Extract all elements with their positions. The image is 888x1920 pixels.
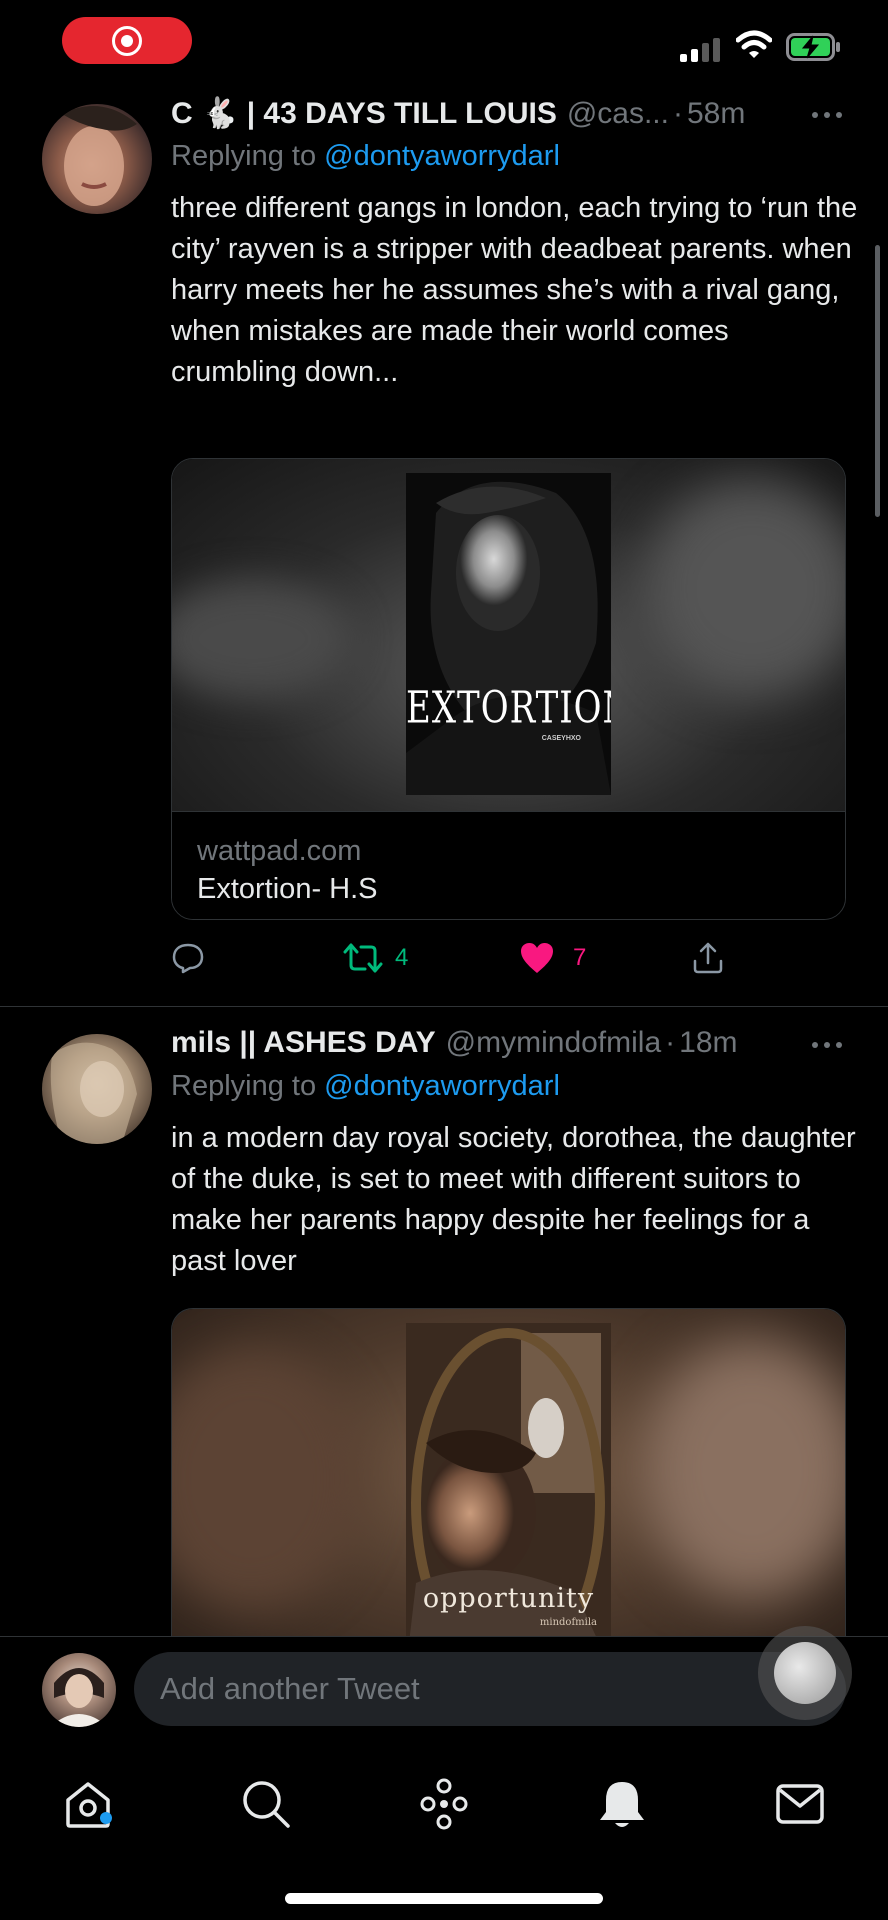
avatar[interactable]: [42, 1034, 152, 1144]
tweet[interactable]: mils || ASHES DAY @mymindofmila · 18m Re…: [0, 1026, 888, 1636]
replying-prefix: Replying to: [171, 140, 325, 172]
replying-prefix: Replying to: [171, 1070, 325, 1102]
messages-icon[interactable]: [772, 1776, 828, 1832]
spaces-icon[interactable]: [416, 1776, 472, 1832]
home-notification-dot: [100, 1812, 112, 1824]
replying-to: Replying to @dontyaworrydarl: [171, 1070, 858, 1110]
card-footer: wattpad.com Extortion- H.S: [172, 811, 845, 919]
avatar-image: [50, 1668, 108, 1727]
retweet-button[interactable]: 4: [343, 941, 408, 975]
tweet-header: mils || ASHES DAY @mymindofmila · 18m: [171, 1026, 858, 1066]
share-button[interactable]: [691, 941, 725, 975]
link-card[interactable]: EXTORTION CASEYHXO wattpad.com Extortion…: [171, 458, 846, 920]
card-domain: wattpad.com: [197, 835, 362, 867]
handle[interactable]: @cas...: [567, 97, 669, 131]
cover-portrait: [406, 481, 611, 795]
card-image: opportunity mindofmila: [172, 1309, 845, 1636]
book-cover: opportunity mindofmila: [406, 1323, 611, 1636]
avatar[interactable]: [42, 104, 152, 214]
tweet-text: three different gangs in london, each tr…: [171, 192, 858, 388]
display-name[interactable]: mils || ASHES DAY: [171, 1026, 436, 1060]
retweet-count: 4: [395, 944, 409, 971]
compose-bar: Add another Tweet: [0, 1636, 888, 1746]
card-image: EXTORTION CASEYHXO: [172, 459, 845, 811]
cellular-signal-icon: [680, 38, 720, 62]
add-tweet-input[interactable]: Add another Tweet: [134, 1652, 846, 1726]
avatar-image: [50, 1042, 137, 1144]
cover-title: EXTORTION: [406, 682, 611, 734]
status-bar: [0, 0, 888, 96]
home-indicator[interactable]: [285, 1893, 603, 1904]
tweet[interactable]: C 🐇 | 43 DAYS TILL LOUIS @cas... · 58m R…: [0, 96, 888, 1000]
wifi-icon: [736, 30, 772, 58]
timestamp[interactable]: 18m: [679, 1026, 737, 1060]
reply-icon: [172, 943, 204, 974]
screen-record-indicator[interactable]: [62, 17, 192, 64]
timestamp[interactable]: 58m: [687, 97, 745, 131]
share-icon: [693, 942, 723, 974]
scrollbar[interactable]: [875, 245, 880, 517]
like-button[interactable]: 7: [519, 941, 586, 975]
reply-button[interactable]: [171, 941, 205, 975]
assistive-touch-button[interactable]: [758, 1626, 852, 1720]
battery-charging-icon: [786, 33, 840, 61]
display-name[interactable]: C 🐇 | 43 DAYS TILL LOUIS: [171, 96, 557, 131]
replying-to-link[interactable]: @dontyaworrydarl: [324, 140, 560, 172]
like-count: 7: [573, 944, 587, 971]
cover-author: CASEYHXO: [541, 735, 581, 742]
tweet-divider: [0, 1006, 888, 1007]
tweet-actions: 4 7: [171, 941, 771, 981]
screen-record-icon: [112, 25, 142, 56]
separator: ·: [665, 1026, 676, 1059]
card-title: Extortion- H.S: [197, 873, 378, 905]
avatar-image: [62, 106, 137, 206]
tweet-header: C 🐇 | 43 DAYS TILL LOUIS @cas... · 58m: [171, 96, 858, 136]
replying-to: Replying to @dontyaworrydarl: [171, 140, 858, 180]
separator: ·: [672, 97, 683, 130]
retweet-icon: [343, 943, 383, 973]
cover-author: mindofmila: [539, 1617, 597, 1628]
replying-to-link[interactable]: @dontyaworrydarl: [324, 1070, 560, 1102]
handle[interactable]: @mymindofmila: [446, 1026, 662, 1060]
user-avatar[interactable]: [42, 1653, 116, 1727]
heart-icon: [521, 943, 553, 973]
link-card[interactable]: opportunity mindofmila: [171, 1308, 846, 1636]
cover-title: opportunity: [422, 1583, 595, 1614]
notifications-icon[interactable]: [594, 1776, 650, 1832]
assistive-touch-icon: [774, 1642, 836, 1704]
search-icon[interactable]: [238, 1776, 294, 1832]
tweet-text: in a modern day royal society, dorothea,…: [171, 1122, 856, 1277]
book-cover: EXTORTION CASEYHXO: [406, 473, 611, 795]
